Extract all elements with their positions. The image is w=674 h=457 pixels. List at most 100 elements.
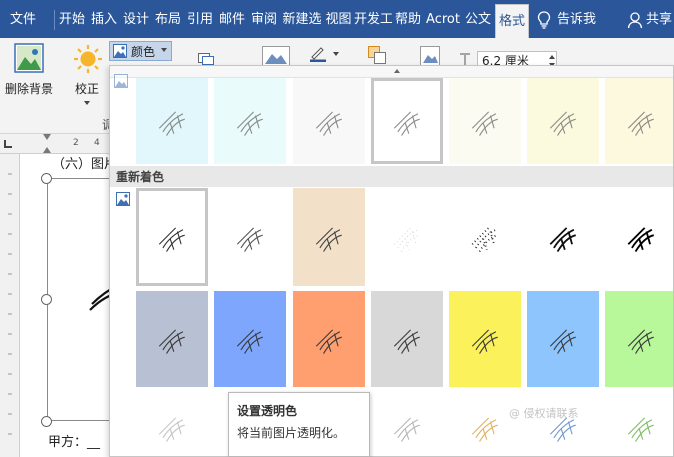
recolor-title: 重新着色 bbox=[116, 170, 165, 184]
signature-thumbnail bbox=[315, 329, 342, 354]
recolor-swatch[interactable] bbox=[449, 78, 521, 164]
signature-thumbnail bbox=[471, 417, 498, 442]
tab-acrobat[interactable]: Acrot bbox=[424, 0, 462, 38]
picture-styles-icon[interactable] bbox=[262, 46, 290, 66]
color-gallery-dropdown: 重新着色 @ 侵权请联系 bbox=[109, 65, 674, 457]
recolor-swatch[interactable] bbox=[293, 291, 365, 387]
recolor-swatch[interactable] bbox=[136, 78, 208, 164]
recolor-swatch[interactable] bbox=[214, 291, 286, 387]
signature-thumbnail bbox=[393, 111, 420, 136]
tab-developer[interactable]: 开发工 bbox=[354, 0, 392, 38]
signature-thumbnail bbox=[627, 227, 654, 253]
recolor-swatch[interactable] bbox=[605, 188, 673, 286]
picture-icon bbox=[114, 74, 128, 88]
horizontal-ruler[interactable]: 2 4 bbox=[0, 134, 112, 154]
signature-thumbnail bbox=[158, 329, 185, 354]
indent-marker[interactable] bbox=[43, 134, 51, 140]
chevron-down-icon[interactable] bbox=[84, 101, 90, 105]
indent-marker[interactable] bbox=[43, 147, 51, 153]
recolor-swatch[interactable] bbox=[371, 188, 443, 286]
recolor-swatch[interactable] bbox=[371, 291, 443, 387]
tell-me-button[interactable]: 告诉我 bbox=[557, 0, 603, 38]
recolor-swatch[interactable] bbox=[136, 291, 208, 387]
compress-pictures-icon[interactable] bbox=[198, 53, 214, 65]
resize-handle[interactable] bbox=[41, 294, 52, 305]
tab-layout[interactable]: 布局 bbox=[153, 0, 183, 38]
share-button[interactable]: 共享 bbox=[646, 0, 674, 38]
signature-thumbnail bbox=[158, 111, 185, 136]
crop-icon[interactable] bbox=[420, 46, 440, 66]
gallery-scroll-up[interactable] bbox=[110, 66, 673, 78]
chevron-up-icon bbox=[394, 69, 400, 73]
tab-official-doc[interactable]: 公文 bbox=[463, 0, 493, 38]
recolor-swatch[interactable] bbox=[527, 188, 599, 286]
recolor-swatch[interactable] bbox=[214, 188, 286, 286]
corrections-button[interactable]: 校正 bbox=[75, 80, 99, 97]
set-transparent-color-tooltip: 设置透明色 将当前图片透明化。 bbox=[228, 392, 370, 457]
recolor-swatch[interactable] bbox=[136, 396, 208, 456]
recolor-section-header: 重新着色 bbox=[110, 166, 673, 187]
ribbon-tab-bar: 文件 开始 插入 设计 布局 引用 邮件 审阅 新建选 视图 开发工 帮助 Ac… bbox=[0, 0, 674, 38]
chevron-down-icon bbox=[161, 48, 167, 52]
vertical-ruler[interactable] bbox=[0, 154, 20, 457]
resize-handle[interactable] bbox=[41, 173, 52, 184]
color-button[interactable]: 颜色 bbox=[109, 41, 172, 61]
recolor-swatch[interactable] bbox=[136, 188, 208, 286]
watermark-text: @ 侵权请联系 bbox=[509, 407, 579, 420]
recolor-swatch[interactable] bbox=[293, 78, 365, 164]
recolor-swatch[interactable] bbox=[371, 396, 443, 456]
recolor-swatch[interactable] bbox=[214, 78, 286, 164]
corrections-icon[interactable] bbox=[73, 44, 103, 74]
color-button-label: 颜色 bbox=[131, 45, 156, 59]
recolor-swatch[interactable] bbox=[371, 78, 443, 164]
recolor-swatch[interactable] bbox=[605, 396, 673, 456]
tab-stop-selector[interactable] bbox=[4, 140, 12, 148]
document-page[interactable]: （六）图片 甲方：__ bbox=[20, 154, 127, 457]
signature-thumbnail bbox=[158, 227, 185, 252]
signature-thumbnail bbox=[627, 111, 654, 136]
signature-thumbnail bbox=[315, 111, 342, 136]
remove-background-icon[interactable] bbox=[14, 43, 44, 73]
signer-label: 甲方：__ bbox=[48, 435, 101, 450]
signature-thumbnail bbox=[236, 329, 263, 354]
picture-border-icon[interactable] bbox=[309, 44, 327, 62]
tab-view[interactable]: 视图 bbox=[324, 0, 353, 38]
signature-thumbnail bbox=[158, 417, 185, 442]
signature-thumbnail bbox=[627, 329, 654, 354]
tab-home[interactable]: 开始 bbox=[56, 0, 88, 38]
tab-format[interactable]: 格式 bbox=[495, 4, 529, 38]
recolor-swatch[interactable] bbox=[293, 188, 365, 286]
signature-thumbnail bbox=[471, 227, 498, 253]
tab-new-group[interactable]: 新建选 bbox=[281, 0, 323, 38]
recolor-swatch[interactable] bbox=[449, 188, 521, 286]
tab-help[interactable]: 帮助 bbox=[393, 0, 423, 38]
signature-thumbnail bbox=[471, 329, 498, 354]
document-heading: （六）图片 bbox=[52, 157, 118, 172]
person-icon[interactable] bbox=[627, 11, 643, 29]
tab-insert[interactable]: 插入 bbox=[89, 0, 119, 38]
signature-thumbnail bbox=[315, 227, 342, 252]
resize-handle[interactable] bbox=[41, 416, 52, 427]
recolor-swatch[interactable] bbox=[527, 78, 599, 164]
signature-thumbnail bbox=[236, 227, 263, 252]
recolor-swatch[interactable] bbox=[605, 78, 673, 164]
recolor-swatch[interactable] bbox=[527, 291, 599, 387]
lightbulb-icon[interactable] bbox=[537, 11, 551, 29]
tab-file[interactable]: 文件 bbox=[0, 0, 46, 38]
signature-thumbnail bbox=[471, 111, 498, 136]
tab-review[interactable]: 审阅 bbox=[249, 0, 279, 38]
recolor-picture-icon bbox=[116, 192, 130, 206]
signature-thumbnail bbox=[393, 227, 420, 252]
arrange-icon[interactable] bbox=[368, 46, 386, 64]
tab-mailings[interactable]: 邮件 bbox=[217, 0, 247, 38]
ruler-number: 4 bbox=[94, 138, 100, 148]
chevron-down-icon[interactable] bbox=[333, 52, 339, 56]
recolor-swatch[interactable] bbox=[605, 291, 673, 387]
vertical-ruler-ticks bbox=[8, 173, 12, 435]
tab-design[interactable]: 设计 bbox=[121, 0, 151, 38]
recolor-swatch[interactable] bbox=[449, 291, 521, 387]
signature-thumbnail bbox=[549, 111, 576, 136]
tab-references[interactable]: 引用 bbox=[185, 0, 215, 38]
remove-background-button[interactable]: 删除背景 bbox=[5, 80, 53, 97]
color-picture-icon bbox=[113, 44, 127, 58]
